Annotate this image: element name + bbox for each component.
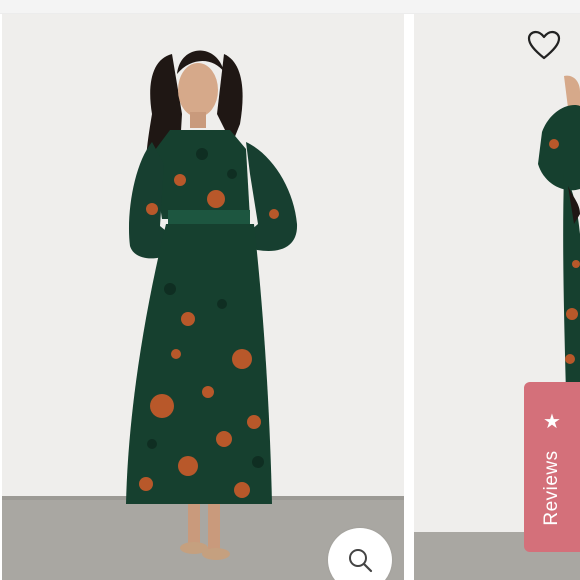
top-bar — [0, 0, 580, 14]
star-icon: ★ — [543, 411, 561, 433]
reviews-tab[interactable]: ★ Reviews — [524, 382, 580, 552]
product-gallery-page: ★ Reviews — [0, 0, 580, 580]
reviews-tab-label: Reviews — [541, 450, 562, 526]
model-photo-dress-front — [2, 14, 404, 580]
wishlist-button[interactable] — [522, 24, 566, 66]
magnifier-icon — [349, 549, 373, 573]
heart-outline-icon — [527, 30, 561, 60]
product-image-main[interactable] — [2, 14, 404, 580]
